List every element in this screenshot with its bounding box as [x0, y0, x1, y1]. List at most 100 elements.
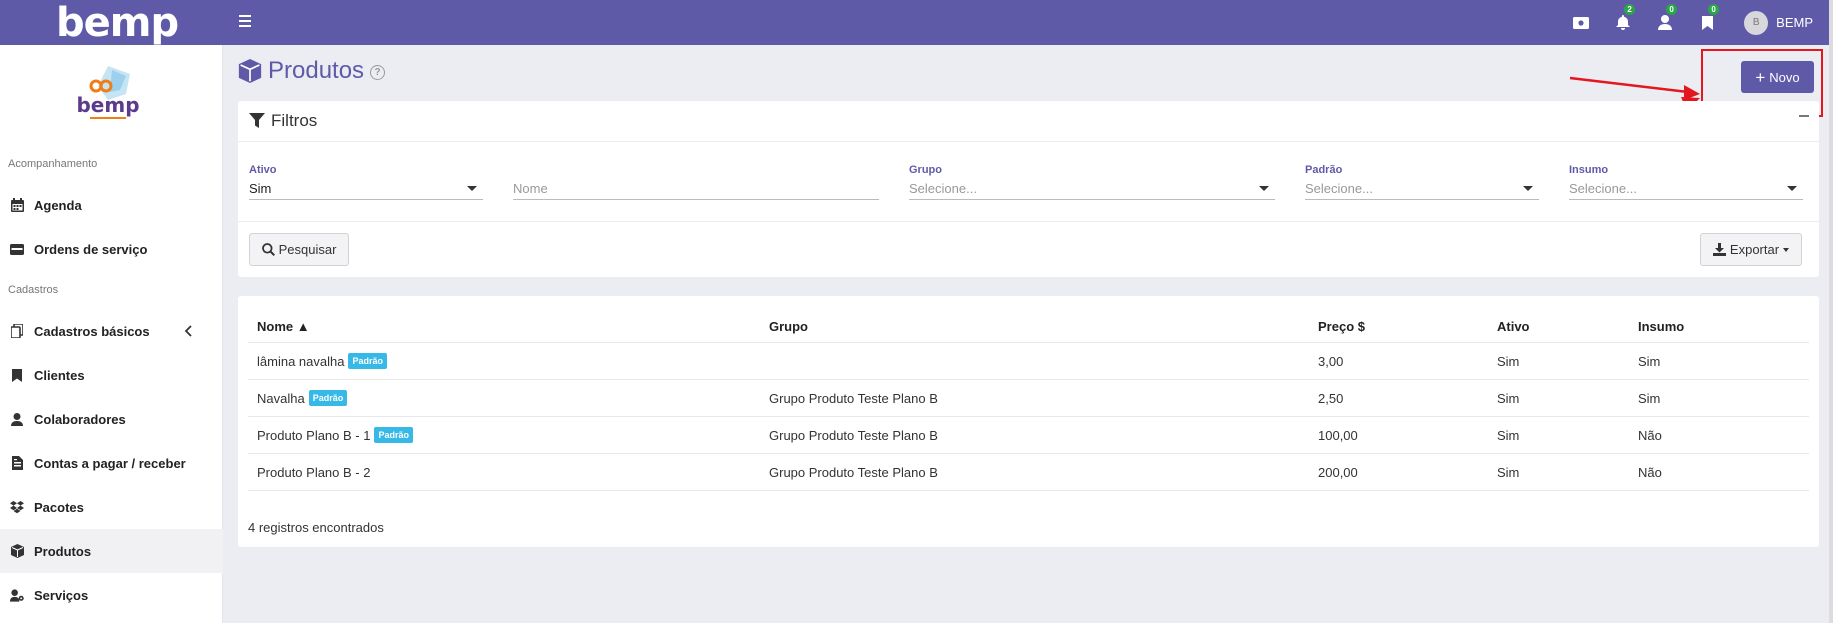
nome-input[interactable]: Nome: [513, 178, 879, 200]
cell-insumo: Sim: [1638, 390, 1661, 406]
dropbox-icon: [10, 500, 24, 514]
padrao-badge: Padrão: [308, 390, 348, 406]
padrao-value[interactable]: Selecione...: [1305, 178, 1539, 200]
table-row[interactable]: Produto Plano B - 1 Padrão Grupo Produto …: [248, 417, 1809, 454]
cell-nome: Produto Plano B - 1 Padrão: [257, 417, 413, 453]
search-button[interactable]: Pesquisar: [249, 233, 349, 266]
products-table-panel: Nome ▲ Grupo Preço $ Ativo Insumo lâmina…: [238, 296, 1819, 547]
sidebar-item-agenda[interactable]: Agenda: [0, 183, 223, 227]
cell-nome: lâmina navalha Padrão: [257, 343, 387, 379]
bookmark-icon[interactable]: 0: [1686, 0, 1728, 45]
sidebar-item-produtos[interactable]: Produtos: [0, 529, 223, 573]
ativo-select[interactable]: Ativo Sim: [249, 164, 483, 200]
chevron-left-icon[interactable]: [184, 325, 193, 337]
sidebar-item-ordens-de-servico[interactable]: Ordens de serviço: [0, 227, 223, 271]
nome-field[interactable]: Nome: [513, 164, 879, 200]
top-navbar: bemp 2 0 0 B BEMP: [0, 0, 1833, 46]
cell-nome: Navalha Padrão: [257, 380, 348, 416]
column-header-nome[interactable]: Nome ▲: [257, 310, 310, 342]
insumo-select[interactable]: Insumo Selecione...: [1569, 164, 1803, 200]
padrao-placeholder: Selecione...: [1305, 181, 1373, 196]
column-header-ativo[interactable]: Ativo: [1497, 310, 1530, 342]
sidebar-item-label: Ordens de serviço: [34, 241, 148, 257]
company-logo: bemp: [65, 55, 151, 135]
cell-insumo: Não: [1638, 427, 1662, 443]
grupo-placeholder: Selecione...: [909, 181, 977, 196]
sidebar-item-label: Produtos: [34, 543, 92, 559]
sidebar-item-colaboradores[interactable]: Colaboradores: [0, 397, 223, 441]
notification-badge: 2: [1624, 4, 1636, 15]
section-cadastros: Cadastros: [8, 284, 59, 296]
cell-preco: 100,00: [1318, 427, 1358, 443]
user-menu[interactable]: B BEMP: [1728, 0, 1833, 45]
app-logo[interactable]: bemp: [56, 0, 179, 46]
grupo-value[interactable]: Selecione...: [909, 178, 1275, 200]
sidebar-item-servicos[interactable]: Serviços: [0, 573, 223, 617]
filter-title: Filtros: [271, 111, 318, 130]
section-acompanhamento: Acompanhamento: [8, 158, 98, 170]
menu-toggle-icon[interactable]: [239, 11, 255, 31]
cell-preco: 2,50: [1318, 390, 1344, 406]
user-gear-icon: [10, 588, 24, 602]
file-invoice-icon: [10, 456, 24, 470]
filter-panel-header[interactable]: Filtros: [238, 101, 1819, 142]
product-name: Navalha: [257, 390, 305, 406]
product-name: Produto Plano B - 2: [257, 464, 371, 480]
column-header-insumo[interactable]: Insumo: [1638, 310, 1684, 342]
padrao-label: Padrão: [1305, 164, 1343, 176]
help-icon[interactable]: ?: [370, 65, 386, 80]
card-icon: [10, 242, 24, 256]
search-icon: [261, 243, 275, 256]
sidebar-item-contas[interactable]: Contas a pagar / receber: [0, 441, 223, 485]
sidebar-item-pacotes[interactable]: Pacotes: [0, 485, 223, 529]
cell-ativo: Sim: [1497, 464, 1520, 480]
cell-ativo: Sim: [1497, 390, 1520, 406]
avatar: B: [1744, 10, 1769, 35]
grupo-select[interactable]: Grupo Selecione...: [909, 164, 1275, 200]
sidebar-item-label: Contas a pagar / receber: [34, 455, 186, 471]
user-icon[interactable]: 0: [1644, 0, 1686, 45]
bookmark-icon: [10, 368, 24, 382]
sidebar-item-label: Cadastros básicos: [34, 323, 150, 339]
copy-icon: [10, 324, 24, 338]
cell-insumo: Sim: [1638, 353, 1661, 369]
table-row[interactable]: Produto Plano B - 2 Grupo Produto Teste …: [248, 454, 1809, 491]
sidebar-item-cadastros-basicos[interactable]: Cadastros básicos: [0, 309, 223, 353]
filter-panel: Filtros Ativo Sim Nome Grupo Selecione..…: [238, 101, 1819, 277]
chevron-down-icon: [1259, 186, 1269, 191]
ativo-label: Ativo: [249, 164, 277, 176]
column-header-preco[interactable]: Preço $: [1318, 310, 1365, 342]
sidebar-item-label: Agenda: [34, 197, 82, 213]
product-name: lâmina navalha: [257, 353, 345, 369]
download-icon: [1712, 243, 1726, 256]
insumo-value[interactable]: Selecione...: [1569, 178, 1803, 200]
scrollbar[interactable]: [1829, 0, 1833, 623]
calendar-icon: [10, 198, 24, 212]
cell-preco: 3,00: [1318, 353, 1344, 369]
bell-icon[interactable]: 2: [1602, 0, 1644, 45]
svg-text:bemp: bemp: [76, 93, 139, 117]
sidebar: bemp Acompanhamento Agenda Ordens de ser…: [0, 45, 223, 623]
table-row[interactable]: Navalha Padrão Grupo Produto Teste Plano …: [248, 380, 1809, 417]
cell-preco: 200,00: [1318, 464, 1358, 480]
search-button-label: Pesquisar: [278, 242, 337, 257]
ativo-value[interactable]: Sim: [249, 178, 483, 200]
cell-grupo: Grupo Produto Teste Plano B: [769, 464, 938, 480]
filter-icon: [249, 113, 265, 128]
export-button[interactable]: Exportar: [1700, 233, 1802, 266]
padrao-select[interactable]: Padrão Selecione...: [1305, 164, 1539, 200]
page-title-text: Produtos: [268, 57, 365, 84]
column-header-grupo[interactable]: Grupo: [769, 310, 808, 342]
table-header: Nome ▲ Grupo Preço $ Ativo Insumo: [248, 310, 1809, 343]
table-row[interactable]: lâmina navalha Padrão 3,00 Sim Sim: [248, 343, 1809, 380]
collapse-icon[interactable]: [1799, 115, 1809, 117]
cash-icon[interactable]: [1560, 0, 1602, 45]
records-count: 4 registros encontrados: [248, 520, 384, 535]
user-icon: [10, 412, 24, 426]
sidebar-item-clientes[interactable]: Clientes: [0, 353, 223, 397]
chevron-down-icon: [1787, 186, 1797, 191]
cell-insumo: Não: [1638, 464, 1662, 480]
ativo-selected-value: Sim: [249, 181, 272, 196]
sidebar-item-label: Colaboradores: [34, 411, 126, 427]
sidebar-item-label: Pacotes: [34, 499, 84, 515]
